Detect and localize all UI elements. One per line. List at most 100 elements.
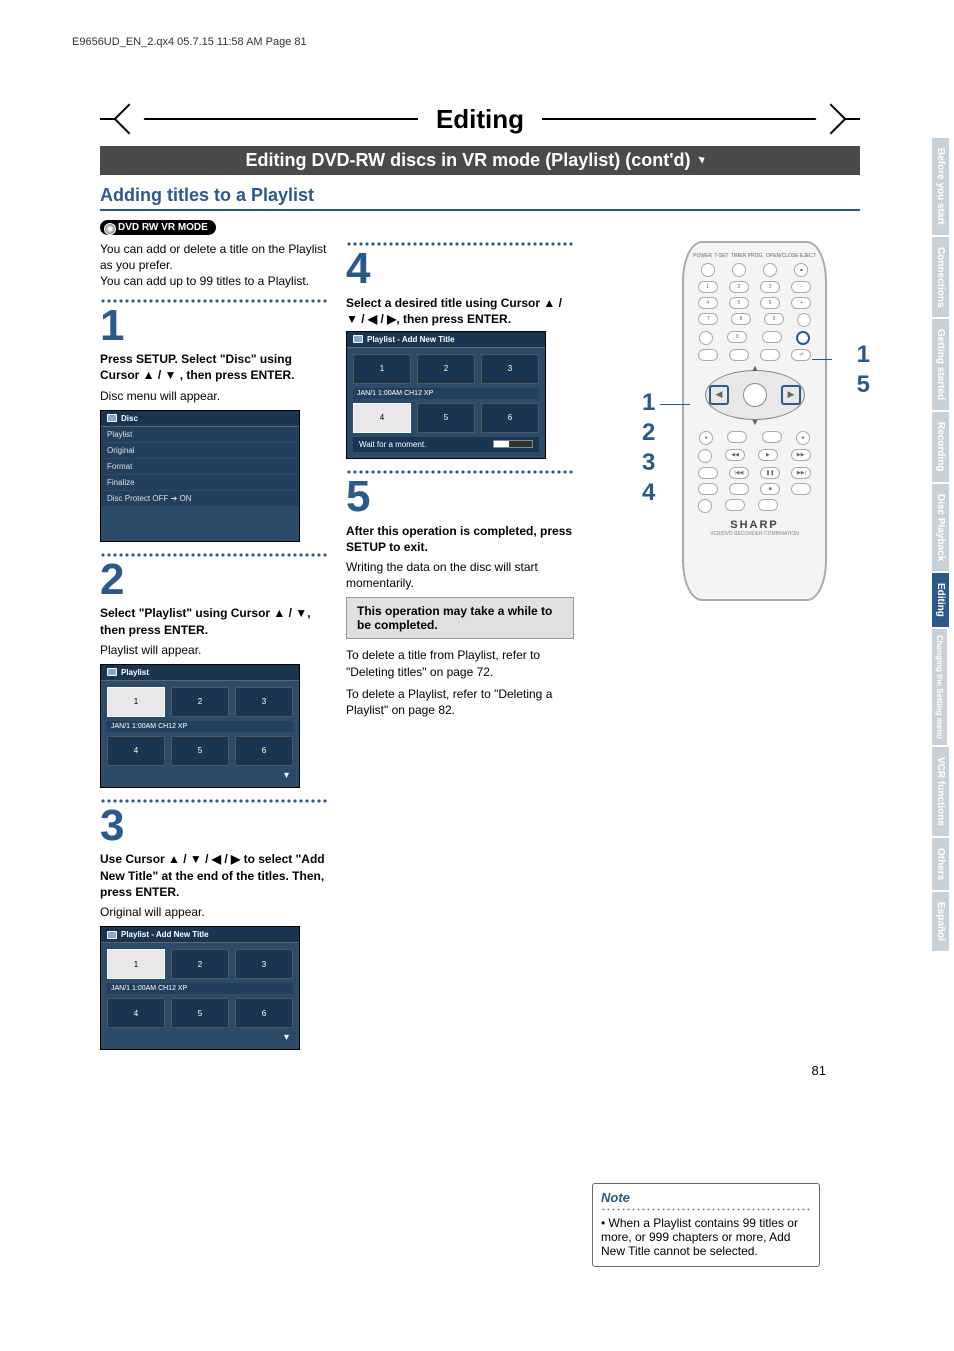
- tab-getting-started: Getting started: [932, 319, 949, 410]
- remote-button: [698, 467, 718, 479]
- callout-2: 2: [642, 419, 655, 447]
- remote-button: ◀◀: [725, 449, 745, 461]
- remote-num-0: 0: [727, 331, 747, 343]
- tab-espanol: Español: [932, 892, 949, 951]
- remote-return: [760, 349, 780, 361]
- osd-thumb: 5: [417, 403, 475, 433]
- remote-cmskip: [729, 483, 749, 495]
- remote-slow: [698, 483, 718, 495]
- remote-num-1: 1: [698, 281, 718, 293]
- remote-num-3: 3: [760, 281, 780, 293]
- step-5-bold: After this operation is completed, press…: [346, 523, 574, 555]
- step-2-normal: Playlist will appear.: [100, 642, 328, 658]
- side-tabs: Before you start Connections Getting sta…: [932, 138, 954, 953]
- osd-meta: JAN/1 1:00AM CH12 XP: [107, 983, 293, 994]
- osd-thumb: 5: [171, 736, 229, 766]
- remote-num-9: 9: [764, 313, 784, 325]
- remote-ch-minus: -: [791, 281, 811, 293]
- step-1-normal: Disc menu will appear.: [100, 388, 328, 404]
- remote-skip: |◀◀: [729, 467, 749, 479]
- osd-menu-item: Disc Protect OFF ➔ ON: [101, 491, 299, 506]
- remote-dpad-center: [743, 383, 767, 407]
- osd-arrow-down-icon: ▾: [107, 1032, 293, 1043]
- note-title: Note: [601, 1190, 811, 1205]
- remote-dubbing: [698, 499, 712, 513]
- callout-1: 1: [642, 389, 655, 417]
- osd-thumb: 3: [235, 949, 293, 979]
- remote-button: ▲: [794, 263, 808, 277]
- remote-button: [732, 263, 746, 277]
- remote-pause: ❚❚: [760, 467, 780, 479]
- remote-num-4: 4: [698, 297, 718, 309]
- remote-setup: [796, 331, 810, 345]
- remote-search: [791, 483, 811, 495]
- remote-skip: ▶▶|: [791, 467, 811, 479]
- warning-box: This operation may take a while to be co…: [346, 597, 574, 639]
- remote-button: [763, 263, 777, 277]
- source-file-header: E9656UD_EN_2.qx4 05.7.15 11:58 AM Page 8…: [72, 36, 307, 48]
- tab-recording: Recording: [932, 412, 949, 481]
- remote-power-button: [701, 263, 715, 277]
- step-3-bold: Use Cursor ▲ / ▼ / ◀ / ▶ to select "Add …: [100, 851, 328, 900]
- osd-menu-item: Original: [101, 443, 299, 458]
- column-3: 1 2 3 4 1 5 POWERT-SETTIMER PROG.OPEN/CL…: [592, 241, 832, 1060]
- callout-r5: 5: [857, 371, 870, 399]
- down-arrow-icon: ▼: [751, 417, 760, 427]
- osd-thumb: 1: [107, 949, 165, 979]
- remote-button: [698, 449, 712, 463]
- step-2-bold: Select "Playlist" using Cursor ▲ / ▼, th…: [100, 605, 328, 637]
- step-2-number: 2: [100, 560, 328, 600]
- step-1-number: 1: [100, 306, 328, 346]
- osd-thumb: 4: [107, 998, 165, 1028]
- remote-dpad: ▲ ▼ ◀ ▶: [705, 365, 805, 425]
- dpad-left-highlight: ◀: [709, 385, 729, 405]
- column-2: 4 Select a desired title using Cursor ▲ …: [346, 241, 574, 1060]
- osd-thumb: 2: [417, 354, 475, 384]
- osd-menu-item: Finalize: [101, 475, 299, 490]
- up-arrow-icon: ▲: [751, 363, 760, 373]
- page-subtitle: Editing DVD-RW discs in VR mode (Playlis…: [100, 146, 860, 175]
- osd-thumb: 5: [171, 998, 229, 1028]
- remote-subtitle: VCR/DVD RECORDER COMBINATION: [692, 531, 817, 537]
- osd-thumb: 3: [481, 354, 539, 384]
- callout-3: 3: [642, 449, 655, 477]
- tab-others: Others: [932, 838, 949, 890]
- dvd-rw-vr-badge: DVD RW VR MODE: [100, 220, 216, 235]
- cursor-icon: [696, 152, 714, 170]
- osd-thumb: 3: [235, 687, 293, 717]
- osd-add-new-title-2: Playlist - Add New Title 1 2 3 JAN/1 1:0…: [346, 331, 546, 459]
- remote-stop: ■: [760, 483, 780, 495]
- step-1-bold: Press SETUP. Select "Disc" using Cursor …: [100, 351, 328, 383]
- osd-meta: JAN/1 1:00AM CH12 XP: [353, 388, 539, 399]
- remote-rec: ●: [796, 431, 810, 445]
- remote-vcr: [727, 431, 747, 443]
- osd-arrow-down-icon: ▾: [107, 770, 293, 781]
- intro-text: You can add or delete a title on the Pla…: [100, 241, 328, 290]
- step-3-number: 3: [100, 806, 328, 846]
- tab-connections: Connections: [932, 237, 949, 318]
- osd-meta: JAN/1 1:00AM CH12 XP: [107, 721, 293, 732]
- step-4-bold: Select a desired title using Cursor ▲ / …: [346, 295, 574, 327]
- remote-brand: SHARP: [692, 519, 817, 531]
- osd-thumb: 4: [353, 403, 411, 433]
- remote-enter: ⏎: [791, 349, 811, 361]
- osd-icon: [353, 335, 363, 343]
- remote-rec: ●: [699, 431, 713, 445]
- remote-num-2: 2: [729, 281, 749, 293]
- remote-num-7: 7: [698, 313, 718, 325]
- remote-control: POWERT-SETTIMER PROG.OPEN/CLOSE EJECT ▲ …: [682, 241, 827, 601]
- tab-vcr-functions: VCR functions: [932, 747, 949, 836]
- page-number: 81: [812, 1063, 826, 1078]
- tab-disc-playback: Disc Playback: [932, 484, 949, 571]
- column-1: You can add or delete a title on the Pla…: [100, 241, 328, 1060]
- note-box: Note • When a Playlist contains 99 title…: [592, 1183, 820, 1267]
- osd-thumb: 1: [107, 687, 165, 717]
- section-title: Adding titles to a Playlist: [100, 185, 860, 211]
- step-4-number: 4: [346, 249, 574, 289]
- page-title-band: Editing: [100, 100, 860, 140]
- remote-ch-plus: +: [791, 297, 811, 309]
- callout-r1: 1: [857, 341, 870, 369]
- remote-num-6: 6: [760, 297, 780, 309]
- osd-thumb: 2: [171, 687, 229, 717]
- osd-thumb: 1: [353, 354, 411, 384]
